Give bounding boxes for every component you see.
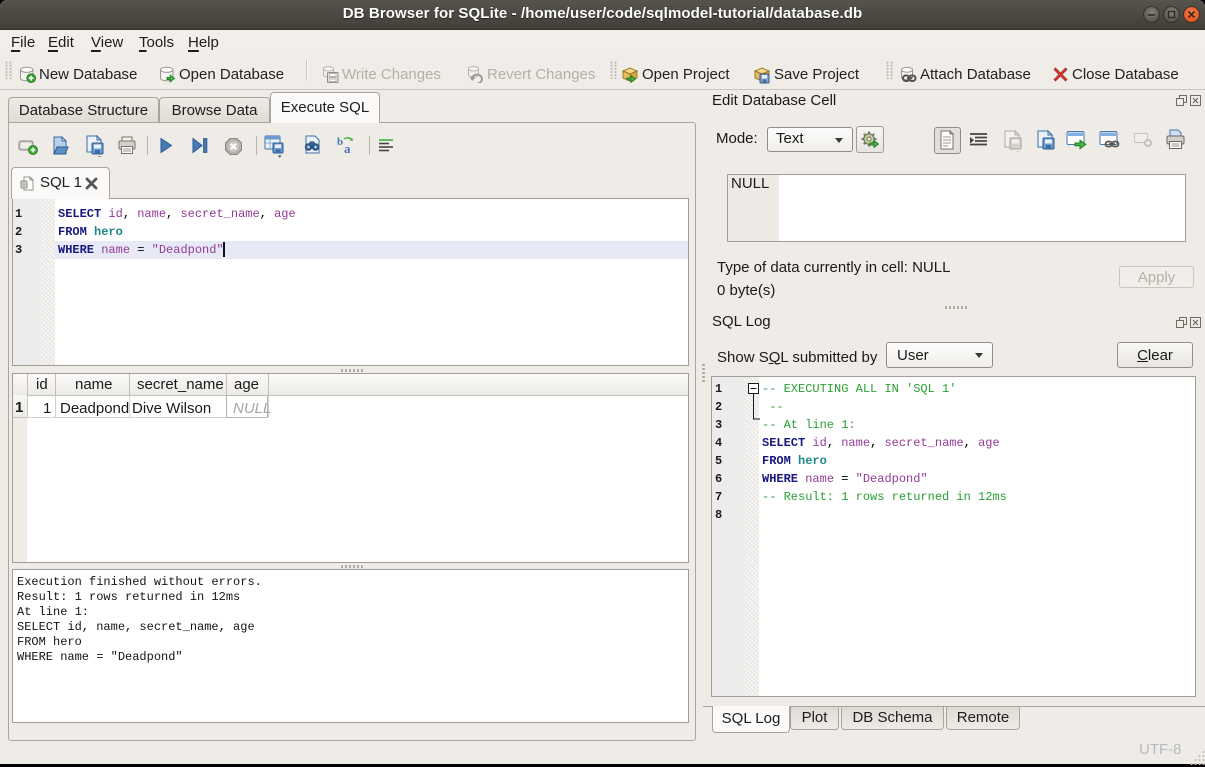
svg-text:b: b bbox=[337, 136, 343, 148]
svg-text:a: a bbox=[344, 141, 351, 156]
